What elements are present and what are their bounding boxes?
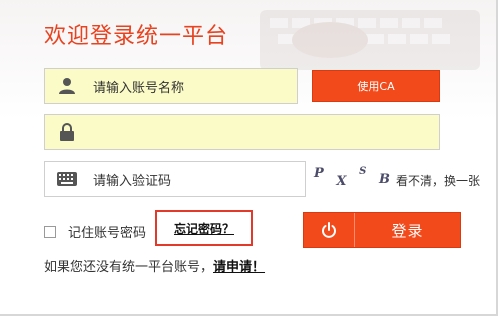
user-icon: [45, 69, 89, 103]
page-title: 欢迎登录统一平台: [44, 24, 229, 49]
forgot-password-highlight: 忘记密码？: [155, 210, 253, 246]
captcha-field[interactable]: 请输入验证码: [44, 161, 306, 197]
register-prompt: 如果您还没有统一平台账号，: [44, 260, 214, 275]
captcha-placeholder: 请输入验证码: [93, 173, 172, 189]
power-icon: [304, 213, 355, 247]
forgot-password-link[interactable]: 忘记密码？: [174, 220, 234, 237]
login-panel: 欢迎登录统一平台 请输入账号名称 使用CA 请输入验证码 P X S B 看不清…: [0, 0, 498, 316]
lock-icon: [45, 115, 89, 149]
username-placeholder: 请输入账号名称: [93, 80, 185, 96]
captcha-char: S: [359, 165, 367, 177]
captcha-image[interactable]: P X S B: [314, 163, 390, 193]
register-line: 如果您还没有统一平台账号，请申请！: [44, 256, 265, 275]
remember-row[interactable]: 记住账号密码: [44, 222, 146, 241]
register-link[interactable]: 请申请！: [213, 260, 265, 275]
password-field[interactable]: [44, 114, 440, 150]
username-field[interactable]: 请输入账号名称: [44, 68, 298, 104]
ca-login-button[interactable]: 使用CA: [312, 70, 440, 102]
captcha-char: X: [336, 173, 347, 189]
remember-checkbox[interactable]: [44, 225, 56, 238]
login-button-label: 登录: [391, 221, 424, 240]
captcha-char: B: [378, 171, 390, 187]
login-button[interactable]: 登录: [303, 212, 461, 248]
keyboard-icon: [45, 162, 89, 196]
remember-label: 记住账号密码: [68, 226, 147, 241]
background-keyboard-image: [260, 10, 480, 70]
captcha-char: P: [314, 165, 324, 181]
captcha-refresh-link[interactable]: 看不清，换一张: [396, 172, 480, 189]
